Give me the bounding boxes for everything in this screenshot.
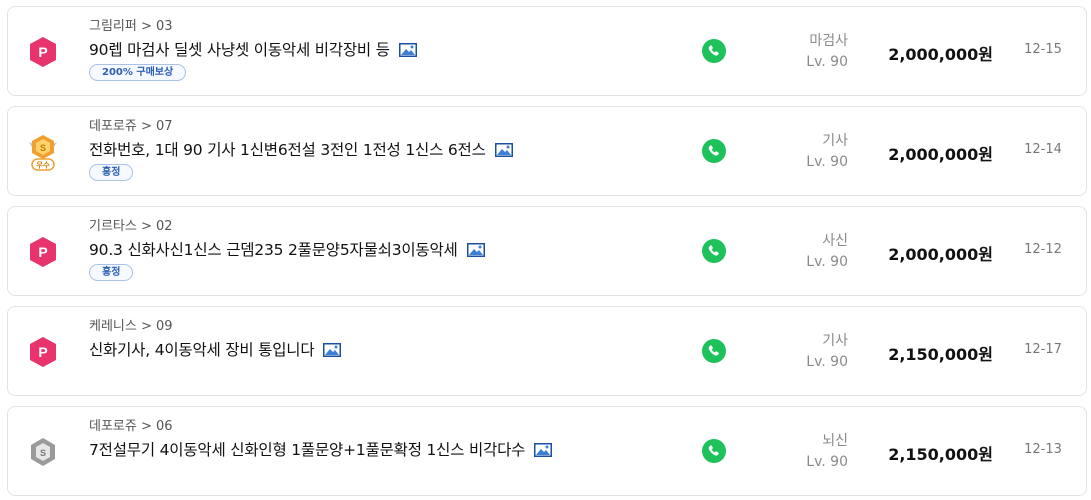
listing-info: 기르타스 > 02 90.3 신화사신1신스 근뎀235 2풀문양5자물쇠3이동… [89, 219, 689, 281]
character-class: 뇌신 Lv. 90 [768, 431, 848, 473]
svg-text:S: S [40, 143, 46, 153]
phone-icon[interactable] [702, 339, 726, 363]
image-icon [323, 342, 342, 357]
svg-text:P: P [38, 344, 47, 360]
listing-date: 12-15 [1024, 42, 1062, 57]
listing-card[interactable]: P 기르타스 > 02 90.3 신화사신1신스 근뎀235 2풀문양5자물쇠3… [7, 206, 1087, 296]
listing-card[interactable]: P 그림리퍼 > 03 90렙 마검사 딜셋 사냥셋 이동악세 비각장비 등 2… [7, 6, 1087, 96]
class-name: 기사 [822, 133, 848, 149]
listing-info: 그림리퍼 > 03 90렙 마검사 딜셋 사냥셋 이동악세 비각장비 등 200… [89, 19, 689, 81]
excellent-badge-text: 우수 [36, 161, 50, 170]
price: 2,000,000원 [888, 245, 993, 264]
image-icon [398, 42, 417, 57]
phone-icon[interactable] [702, 239, 726, 263]
premium-p-icon: P [26, 332, 60, 372]
price: 2,150,000원 [888, 445, 993, 464]
listing-title[interactable]: 90렙 마검사 딜셋 사냥셋 이동악세 비각장비 등 [89, 38, 390, 60]
listing-date: 12-14 [1024, 142, 1062, 157]
purchase-reward-badge: 200% 구매보상 [89, 64, 187, 81]
listing-info: 데포로쥬 > 06 7전설무기 4이동악세 신화인형 1풀문양+1풀문확정 1신… [89, 419, 689, 460]
listing-info: 케레니스 > 09 신화기사, 4이동악세 장비 통입니다 [89, 319, 689, 360]
svg-text:P: P [38, 44, 47, 60]
image-icon [466, 242, 485, 257]
phone-icon[interactable] [702, 439, 726, 463]
character-class: 기사 Lv. 90 [768, 331, 848, 373]
premium-p-icon: P [26, 32, 60, 72]
price: 2,000,000원 [888, 145, 993, 164]
listing-card[interactable]: P 케레니스 > 09 신화기사, 4이동악세 장비 통입니다 기사 Lv. 9… [7, 306, 1087, 396]
listing-card[interactable]: S 데포로쥬 > 06 7전설무기 4이동악세 신화인형 1풀문양+1풀문확정 … [7, 406, 1087, 496]
class-name: 뇌신 [822, 433, 848, 449]
price: 2,150,000원 [888, 345, 993, 364]
character-level: Lv. 90 [806, 354, 848, 370]
listing-title[interactable]: 7전설무기 4이동악세 신화인형 1풀문양+1풀문확정 1신스 비각다수 [89, 438, 525, 460]
price: 2,000,000원 [888, 45, 993, 64]
listing-title[interactable]: 90.3 신화사신1신스 근뎀235 2풀문양5자물쇠3이동악세 [89, 238, 458, 260]
image-icon [534, 442, 553, 457]
excellent-seller-icon: S 우수 [26, 132, 60, 172]
negotiable-badge: 흥정 [89, 164, 134, 181]
server-breadcrumb: 데포로쥬 > 06 [89, 419, 173, 434]
class-name: 기사 [822, 333, 848, 349]
image-icon [494, 142, 513, 157]
listing-title[interactable]: 신화기사, 4이동악세 장비 통입니다 [89, 338, 315, 360]
listing-date: 12-13 [1024, 442, 1062, 457]
server-breadcrumb: 기르타스 > 02 [89, 219, 173, 234]
character-class: 마검사 Lv. 90 [768, 31, 848, 73]
class-name: 마검사 [809, 33, 848, 49]
premium-p-icon: P [26, 232, 60, 272]
character-level: Lv. 90 [806, 254, 848, 270]
character-class: 기사 Lv. 90 [768, 131, 848, 173]
character-level: Lv. 90 [806, 154, 848, 170]
server-breadcrumb: 데포로쥬 > 07 [89, 119, 173, 134]
phone-icon[interactable] [702, 39, 726, 63]
server-breadcrumb: 케레니스 > 09 [89, 319, 173, 334]
listing-info: 데포로쥬 > 07 전화번호, 1대 90 기사 1신변6전설 3전인 1전성 … [89, 119, 689, 181]
svg-text:P: P [38, 244, 47, 260]
negotiable-badge: 흥정 [89, 264, 134, 281]
class-name: 사신 [822, 233, 848, 249]
character-level: Lv. 90 [806, 54, 848, 70]
character-level: Lv. 90 [806, 454, 848, 470]
listing-date: 12-17 [1024, 342, 1062, 357]
gray-seller-icon: S [26, 432, 60, 472]
listing-card[interactable]: S 우수 데포로쥬 > 07 전화번호, 1대 90 기사 1신변6전설 3전인… [7, 106, 1087, 196]
character-class: 사신 Lv. 90 [768, 231, 848, 273]
listing-title[interactable]: 전화번호, 1대 90 기사 1신변6전설 3전인 1전성 1신스 6전스 [89, 138, 486, 160]
phone-icon[interactable] [702, 139, 726, 163]
server-breadcrumb: 그림리퍼 > 03 [89, 19, 173, 34]
svg-text:S: S [40, 448, 46, 458]
listing-date: 12-12 [1024, 242, 1062, 257]
